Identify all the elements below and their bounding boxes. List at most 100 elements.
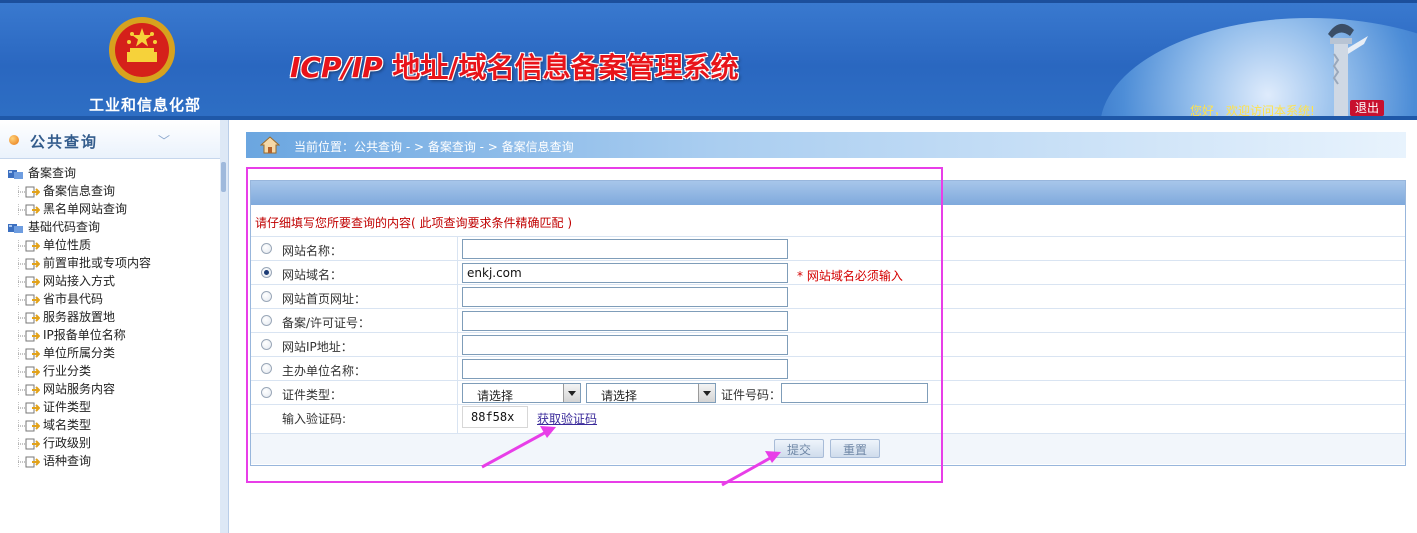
sidebar-item[interactable]: 单位性质 <box>18 236 91 254</box>
home-icon[interactable] <box>260 136 280 154</box>
sidebar-group[interactable]: 备案查询 <box>8 164 76 182</box>
field-input[interactable] <box>462 359 788 379</box>
document-arrow-icon <box>18 275 40 288</box>
sidebar-item-label: 服务器放置地 <box>43 310 116 324</box>
folder-icon <box>8 169 23 179</box>
sidebar-item[interactable]: IP报备单位名称 <box>18 326 126 344</box>
header-top-line <box>0 0 1417 3</box>
sidebar-splitter[interactable] <box>220 120 229 533</box>
field-radio[interactable] <box>261 291 272 302</box>
field-radio[interactable] <box>261 339 272 350</box>
cert-number-label: 证件号码： <box>721 388 782 402</box>
breadcrumb-text: 当前位置：公共查询 - > 备案查询 - > 备案信息查询 <box>294 140 574 154</box>
sidebar-item[interactable]: 单位所属分类 <box>18 344 115 362</box>
splitter-grip-icon[interactable] <box>221 162 226 192</box>
orange-dot-icon <box>9 135 19 145</box>
form-actions: 提交 重置 <box>251 433 1405 464</box>
sidebar-group[interactable]: 基础代码查询 <box>8 218 100 236</box>
field-radio[interactable] <box>261 267 272 278</box>
sidebar-item-label: 单位性质 <box>43 238 92 252</box>
captcha-image: 88f58x <box>462 406 528 428</box>
sidebar-item[interactable]: 服务器放置地 <box>18 308 115 326</box>
form-row: 备案/许可证号： <box>251 308 1405 333</box>
sidebar-item[interactable]: 黑名单网站查询 <box>18 200 127 218</box>
field-input[interactable] <box>462 311 788 331</box>
form-label-cell: 网站首页网址： <box>251 285 458 309</box>
sidebar: 公共查询 ﹀ 备案查询备案信息查询黑名单网站查询基础代码查询 单位性质前置审批或专… <box>0 120 221 533</box>
captcha-row: 输入验证码: 88f58x 获取验证码 <box>251 404 1405 433</box>
sidebar-item-label: 网站服务内容 <box>43 382 116 396</box>
sidebar-item-label: 行政级别 <box>43 436 92 450</box>
sidebar-item[interactable]: 网站服务内容 <box>18 380 115 398</box>
cert-number-input[interactable] <box>781 383 928 403</box>
document-arrow-icon <box>18 383 40 396</box>
captcha-label: 输入验证码: <box>282 412 347 426</box>
document-arrow-icon <box>18 329 40 342</box>
field-radio[interactable] <box>261 315 272 326</box>
sidebar-item[interactable]: 域名类型 <box>18 416 91 434</box>
document-arrow-icon <box>18 293 40 306</box>
document-arrow-icon <box>18 437 40 450</box>
reset-button[interactable]: 重置 <box>830 439 880 458</box>
sidebar-item-label: 行业分类 <box>43 364 92 378</box>
sidebar-item[interactable]: 前置审批或专项内容 <box>18 254 151 272</box>
document-arrow-icon <box>18 419 40 432</box>
system-title: ICP/IP 地址/域名信息备案管理系统 <box>290 46 739 86</box>
document-arrow-icon <box>18 185 40 198</box>
field-input[interactable] <box>462 263 788 283</box>
field-input[interactable] <box>462 239 788 259</box>
sidebar-item[interactable]: 证件类型 <box>18 398 91 416</box>
captcha-label-cell: 输入验证码: <box>251 405 458 433</box>
field-input[interactable] <box>462 287 788 307</box>
form-row: 主办单位名称： <box>251 356 1405 381</box>
ministry-name: 工业和信息化部 <box>88 96 201 114</box>
cert-type-label-cell: 证件类型： <box>251 381 458 405</box>
document-arrow-icon <box>18 239 40 252</box>
sidebar-item-label: IP报备单位名称 <box>43 328 126 342</box>
sidebar-header[interactable]: 公共查询 ﹀ <box>0 120 220 159</box>
sidebar-item-label: 语种查询 <box>43 454 92 468</box>
document-arrow-icon <box>18 311 40 324</box>
sidebar-item[interactable]: 网站接入方式 <box>18 272 115 290</box>
submit-button[interactable]: 提交 <box>774 439 824 458</box>
logout-button[interactable]: 退出 <box>1350 100 1384 116</box>
cert-type-select-2[interactable]: 请选择 <box>586 383 716 403</box>
sidebar-item-label: 域名类型 <box>43 418 92 432</box>
field-label: 网站域名： <box>282 268 343 282</box>
query-form-panel: 请仔细填写您所要查询的内容( 此项查询要求条件精确匹配 ) 证件类型： 请选择 … <box>250 180 1406 466</box>
field-radio[interactable] <box>261 243 272 254</box>
sidebar-item-label: 前置审批或专项内容 <box>43 256 152 270</box>
cert-type-radio[interactable] <box>261 387 272 398</box>
sidebar-group-label: 备案查询 <box>28 166 77 180</box>
cert-type-select-1[interactable]: 请选择 <box>462 383 581 403</box>
field-input[interactable] <box>462 335 788 355</box>
national-emblem-icon <box>109 17 175 83</box>
get-captcha-link[interactable]: 获取验证码 <box>537 410 597 427</box>
dropdown-arrow-icon[interactable] <box>698 384 715 402</box>
cert-type-label: 证件类型： <box>282 388 343 402</box>
field-label: 网站IP地址： <box>282 340 353 354</box>
form-label-cell: 网站名称： <box>251 237 458 261</box>
document-arrow-icon <box>18 401 40 414</box>
dropdown-arrow-icon[interactable] <box>563 384 580 402</box>
cert-type-select-1-value: 请选择 <box>477 389 514 403</box>
sidebar-item[interactable]: 省市县代码 <box>18 290 103 308</box>
folder-icon <box>8 223 23 233</box>
form-row: 网站名称： <box>251 236 1405 261</box>
sidebar-item[interactable]: 语种查询 <box>18 452 91 470</box>
sidebar-title: 公共查询 <box>30 133 99 151</box>
sidebar-item[interactable]: 备案信息查询 <box>18 182 115 200</box>
collapse-chevron-icon[interactable]: ﹀ <box>158 132 170 149</box>
sidebar-item-label: 证件类型 <box>43 400 92 414</box>
form-label-cell: 主办单位名称： <box>251 357 458 381</box>
system-title-rest: 地址/域名信息备案管理系统 <box>382 51 739 84</box>
cert-type-row: 证件类型： 请选择 请选择 证件号码： <box>251 380 1405 405</box>
field-radio[interactable] <box>261 363 272 374</box>
sidebar-item[interactable]: 行业分类 <box>18 362 91 380</box>
sidebar-item[interactable]: 行政级别 <box>18 434 91 452</box>
cert-type-select-2-value: 请选择 <box>601 389 638 403</box>
sidebar-group-label: 基础代码查询 <box>28 220 101 234</box>
sidebar-item-label: 黑名单网站查询 <box>43 202 128 216</box>
document-arrow-icon <box>18 365 40 378</box>
form-label-cell: 网站IP地址： <box>251 333 458 357</box>
